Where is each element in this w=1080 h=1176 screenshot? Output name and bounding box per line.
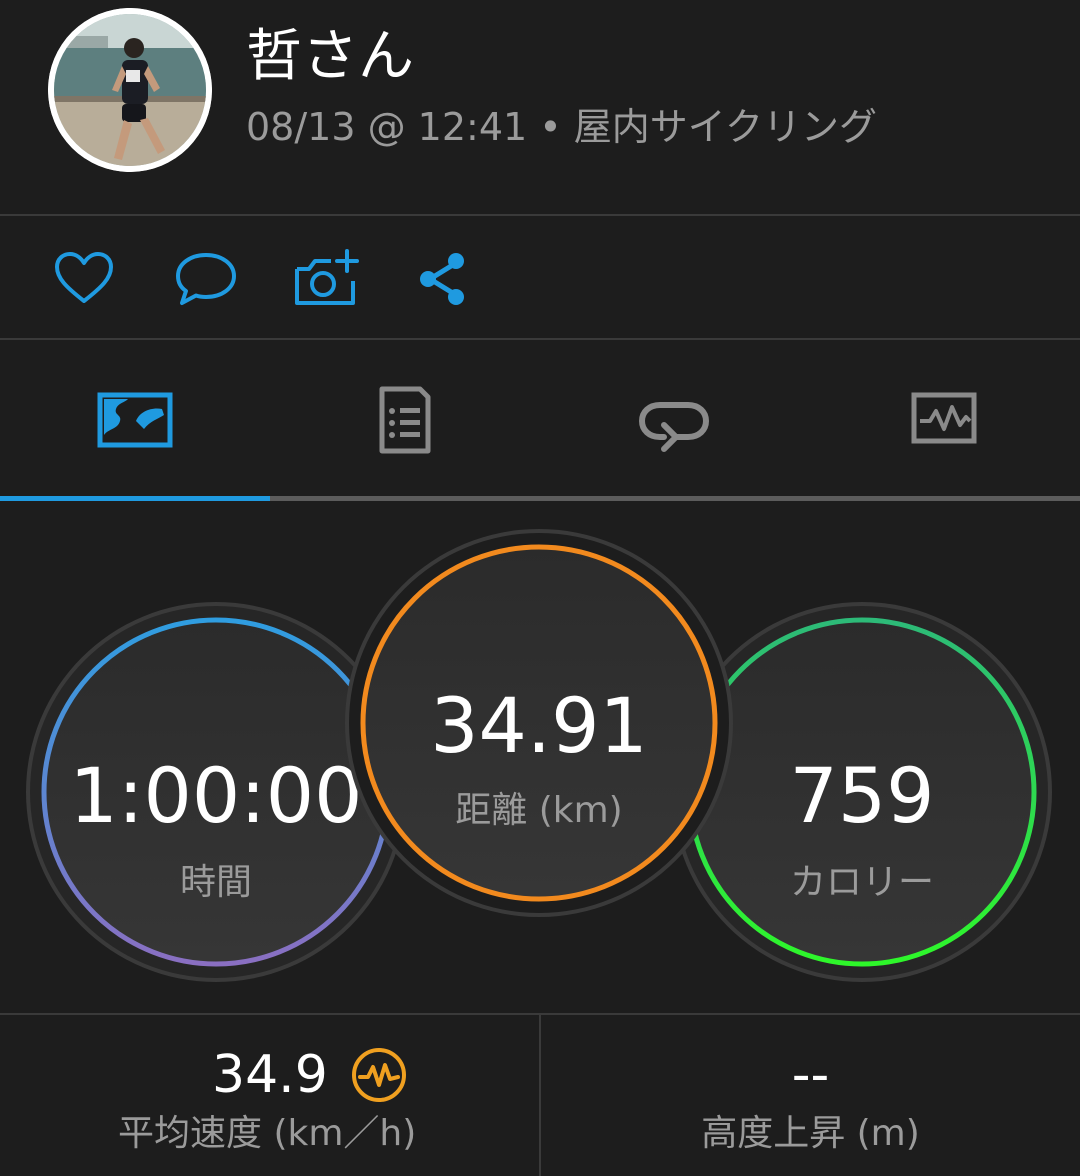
- avg-speed-label: 平均速度 (km／h): [118, 1113, 417, 1154]
- loop-arrow-icon: [638, 402, 710, 452]
- calories-label: カロリー: [789, 862, 934, 903]
- tab-laps[interactable]: [540, 341, 810, 496]
- activity-header: 哲さん 08/13 @ 12:41 • 屋内サイクリング: [0, 0, 1080, 215]
- meta-separator: •: [527, 105, 574, 149]
- avg-speed-metric[interactable]: 34.9 平均速度 (km／h): [0, 1015, 539, 1176]
- avg-speed-value: 34.9: [212, 1045, 328, 1105]
- add-photo-button[interactable]: [291, 247, 361, 311]
- stats-summary: 1:00:00 時間 759 カロリー 34.91 距離 (km): [0, 503, 1080, 1013]
- time-label: 時間: [179, 862, 252, 903]
- heart-icon: [55, 252, 113, 303]
- comment-button[interactable]: [172, 247, 242, 311]
- tab-overview[interactable]: [0, 341, 270, 496]
- tab-stats[interactable]: [270, 341, 540, 496]
- action-bar: [0, 217, 1080, 339]
- avatar-photo: [48, 8, 212, 172]
- camera-plus-icon: [295, 249, 359, 305]
- calories-stat: 759 カロリー: [676, 606, 1048, 978]
- activity-meta: 08/13 @ 12:41 • 屋内サイクリング: [246, 102, 877, 152]
- time-value: 1:00:00: [69, 751, 363, 840]
- header-divider: [0, 214, 1080, 216]
- comment-bubble-icon: [176, 253, 236, 305]
- secondary-metrics: 34.9 平均速度 (km／h) -- 高度上昇 (m): [0, 1015, 1080, 1176]
- tab-charts[interactable]: [810, 341, 1080, 496]
- tab-selected-indicator: [0, 496, 270, 501]
- time-stat: 1:00:00 時間: [30, 606, 402, 978]
- distance-stat: 34.91 距離 (km): [349, 533, 729, 913]
- elevation-gain-label: 高度上昇 (m): [701, 1113, 920, 1154]
- document-list-icon: [379, 386, 431, 454]
- calories-value: 759: [789, 751, 935, 840]
- actions-divider: [0, 338, 1080, 340]
- distance-value: 34.91: [430, 681, 648, 770]
- activity-date-time: 08/13 @ 12:41: [246, 105, 528, 149]
- chart-pulse-icon: [911, 392, 977, 444]
- tab-bar: [0, 341, 1080, 503]
- share-icon: [420, 253, 464, 305]
- elevation-gain-value: --: [791, 1045, 830, 1105]
- map-overview-icon: [97, 392, 173, 448]
- elevation-gain-metric[interactable]: -- 高度上昇 (m): [541, 1015, 1080, 1176]
- activity-type: 屋内サイクリング: [573, 105, 878, 149]
- like-button[interactable]: [52, 247, 122, 311]
- user-name[interactable]: 哲さん: [246, 22, 414, 92]
- avatar[interactable]: [48, 8, 212, 172]
- distance-label: 距離 (km): [455, 790, 623, 831]
- share-button[interactable]: [414, 247, 484, 311]
- pulse-badge-icon: [352, 1048, 406, 1102]
